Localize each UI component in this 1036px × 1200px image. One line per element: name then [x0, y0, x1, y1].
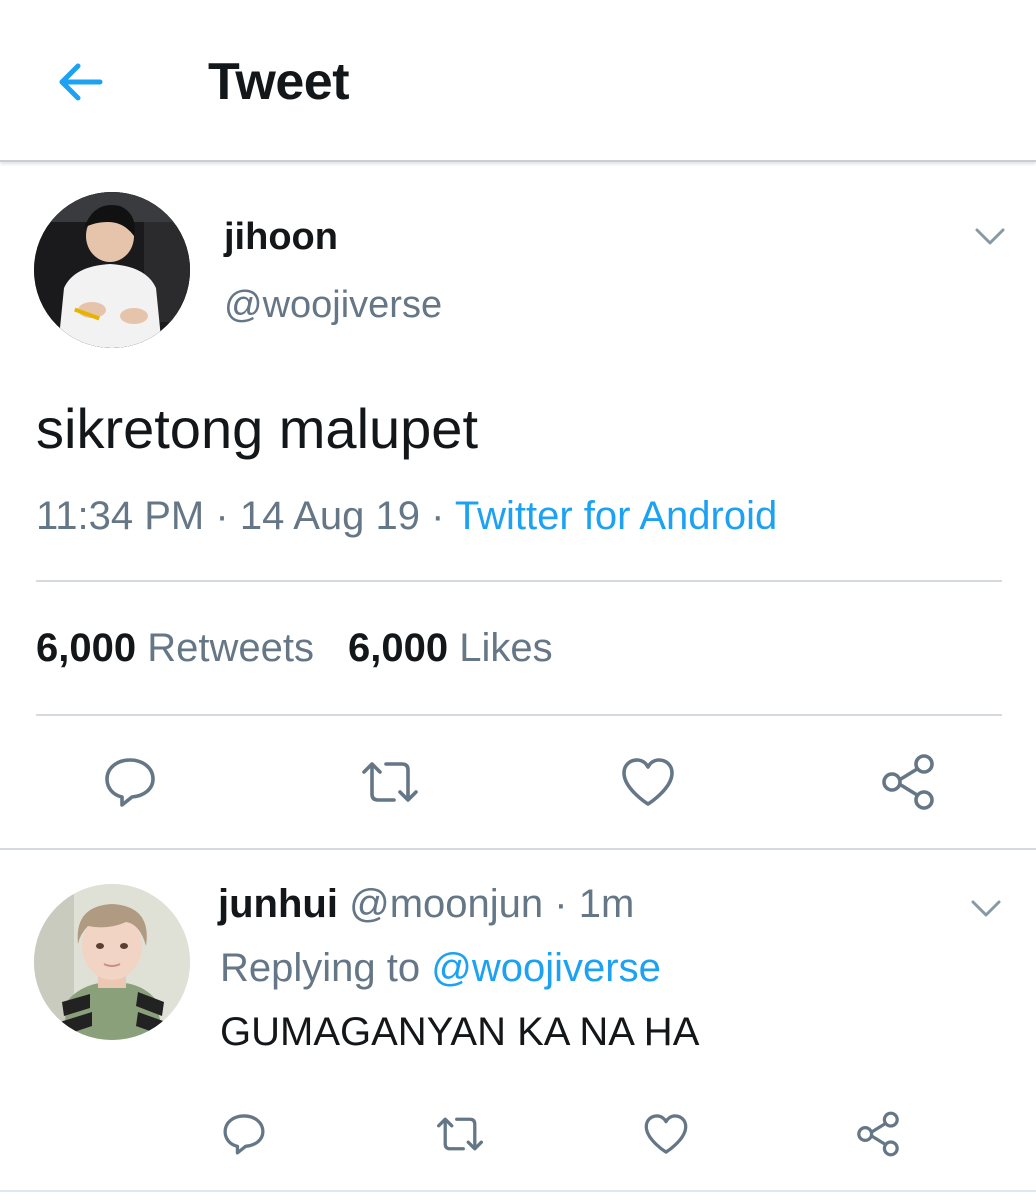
retweet-icon [362, 762, 418, 802]
share-button[interactable] [876, 750, 940, 814]
section-divider [0, 848, 1036, 850]
reply-options-button[interactable] [966, 894, 1006, 924]
share-icon [882, 754, 934, 810]
tweet-source-link[interactable]: Twitter for Android [455, 494, 777, 538]
like-button[interactable] [640, 1108, 692, 1160]
retweets-stat[interactable]: 6,000 Retweets [36, 626, 314, 670]
likes-label: Likes [459, 626, 553, 670]
chevron-down-icon [971, 900, 1001, 917]
reply-button[interactable] [218, 1108, 270, 1160]
reply-author-handle[interactable]: @moonjun [349, 882, 543, 926]
profile-photo [34, 884, 190, 1040]
reply-text: GUMAGANYAN KA NA HA [220, 1010, 700, 1054]
author-name[interactable]: jihoon [224, 216, 338, 259]
replying-to: Replying to @woojiverse [220, 946, 661, 991]
page-title: Tweet [208, 53, 350, 111]
meta-separator: · [431, 494, 445, 538]
likes-count: 6,000 [347, 626, 449, 670]
reply-time: 1m [578, 882, 635, 926]
retweets-count: 6,000 [36, 626, 137, 670]
retweet-icon [437, 1117, 484, 1151]
retweets-label: Retweets [147, 626, 314, 670]
meta-separator: · [215, 494, 229, 538]
profile-photo [34, 192, 190, 348]
tweet-date: 14 Aug 19 [239, 494, 421, 538]
top-app-bar: Tweet [0, 0, 1036, 162]
meta-separator: · [554, 882, 568, 926]
tweet-meta: 11:34 PM · 14 Aug 19 · Twitter for Andro… [36, 494, 777, 539]
retweet-button[interactable] [355, 750, 425, 814]
reply-icon [223, 1114, 265, 1155]
replying-to-mention[interactable]: @woojiverse [431, 946, 661, 990]
like-icon [644, 1114, 688, 1154]
tweet-options-button[interactable] [970, 222, 1010, 252]
divider [36, 580, 1002, 582]
arrow-left-icon [59, 63, 103, 101]
like-icon [622, 758, 674, 806]
reply-icon [105, 758, 155, 807]
avatar[interactable] [34, 192, 190, 348]
back-button[interactable] [50, 52, 110, 112]
tweet-time: 11:34 PM [36, 494, 205, 538]
author-handle[interactable]: @woojiverse [224, 284, 442, 327]
replying-label: Replying to [220, 946, 421, 990]
likes-stat[interactable]: 6,000 Likes [348, 626, 553, 670]
divider [0, 1190, 1036, 1192]
divider [36, 714, 1002, 716]
retweet-button[interactable] [430, 1108, 490, 1160]
share-icon [857, 1111, 899, 1157]
share-button[interactable] [852, 1108, 904, 1160]
tweet-stats: 6,000 Retweets 6,000 Likes [36, 626, 553, 671]
reply-button[interactable] [98, 750, 162, 814]
chevron-down-icon [975, 228, 1005, 245]
avatar[interactable] [34, 884, 190, 1040]
like-button[interactable] [616, 750, 680, 814]
reply-header: junhui @moonjun · 1m [218, 882, 634, 927]
tweet-text: sikretong malupet [36, 397, 479, 460]
reply-author-name[interactable]: junhui [218, 882, 338, 926]
